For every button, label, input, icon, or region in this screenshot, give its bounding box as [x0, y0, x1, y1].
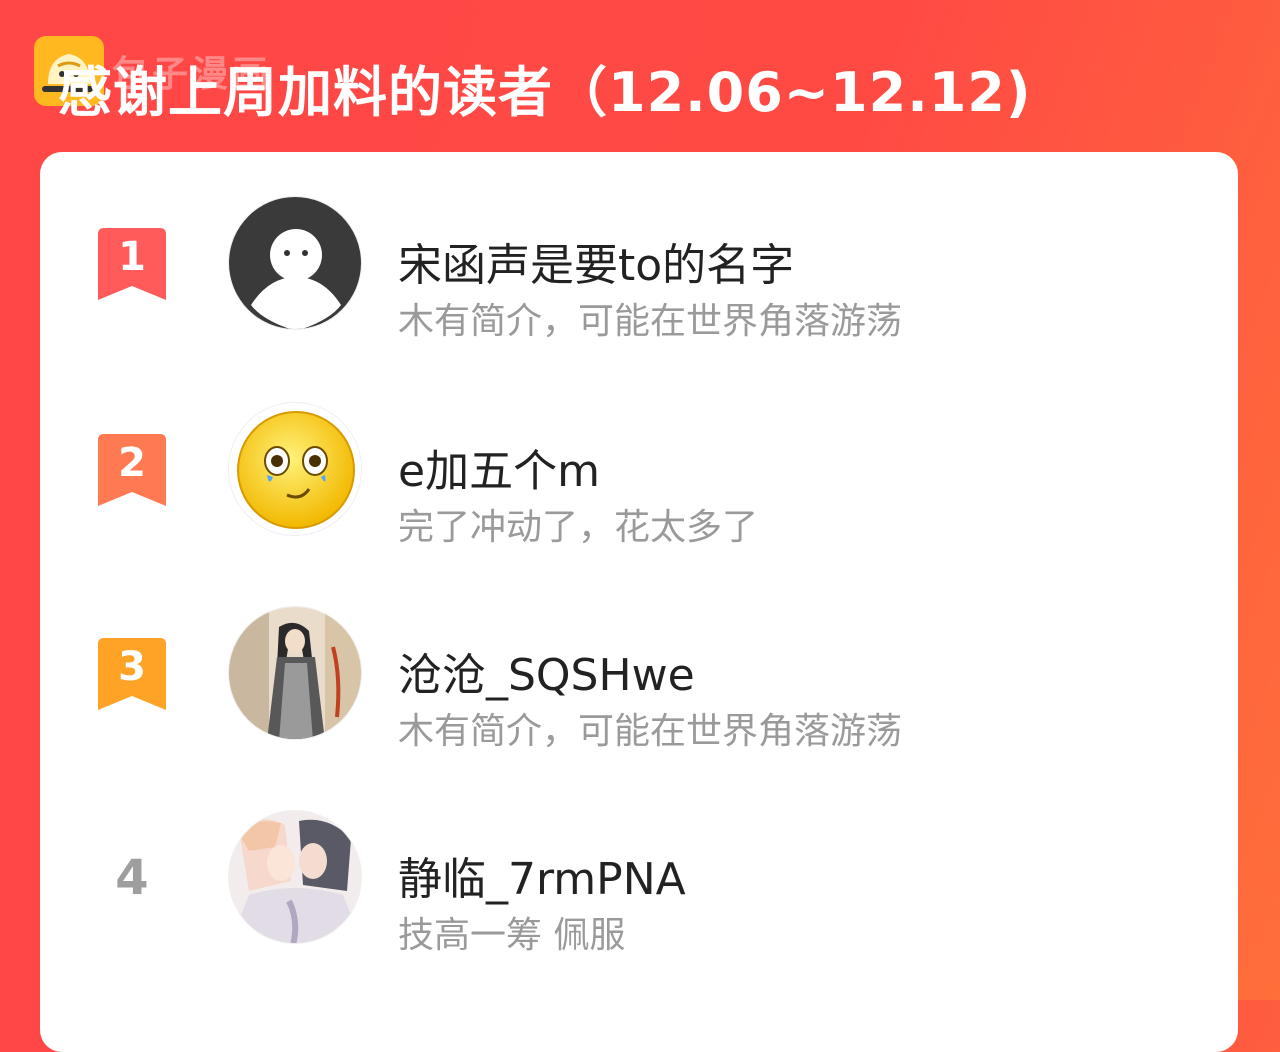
rank-number: 3 — [118, 644, 146, 690]
reader-bio: 木有简介，可能在世界角落游荡 — [398, 301, 903, 342]
anime-couple-avatar-icon[interactable] — [228, 810, 362, 944]
default-ghost-avatar-icon[interactable] — [228, 196, 362, 330]
page-title: 感谢上周加料的读者（12.06~12.12) — [58, 61, 1032, 124]
rank-number: 2 — [118, 440, 146, 486]
reader-list-card: 1 宋函声是要to的名字 木有简介，可能在世界角落游荡 2 e加五个m 完了冲动… — [40, 152, 1238, 1052]
reader-bio: 完了冲动了，花太多了 — [398, 507, 759, 548]
reader-row[interactable]: 2 e加五个m 完了冲动了，花太多了 — [40, 400, 1238, 548]
reader-name[interactable]: 静临_7rmPNA — [398, 852, 686, 908]
anime-character-avatar-icon[interactable] — [228, 606, 362, 740]
reader-name[interactable]: e加五个m — [398, 444, 600, 500]
reader-row[interactable]: 3 沧沧_SQSHwe 木有简介，可能在世界角落游荡 — [40, 604, 1238, 752]
teary-emoji-avatar-icon[interactable] — [228, 402, 362, 536]
rank-number: 1 — [118, 234, 146, 280]
reader-bio: 技高一筹 佩服 — [398, 915, 626, 956]
reader-row[interactable]: 1 宋函声是要to的名字 木有简介，可能在世界角落游荡 — [40, 194, 1238, 342]
rank-badge: 1 — [98, 228, 166, 300]
reader-bio: 木有简介，可能在世界角落游荡 — [398, 711, 903, 752]
rank-badge: 2 — [98, 434, 166, 506]
reader-name[interactable]: 沧沧_SQSHwe — [398, 648, 695, 704]
reader-name[interactable]: 宋函声是要to的名字 — [398, 238, 794, 294]
rank-number: 4 — [115, 850, 149, 906]
rank-badge: 3 — [98, 638, 166, 710]
reader-row[interactable]: 4 静临_7rmPNA 技高一筹 佩服 — [40, 808, 1238, 956]
